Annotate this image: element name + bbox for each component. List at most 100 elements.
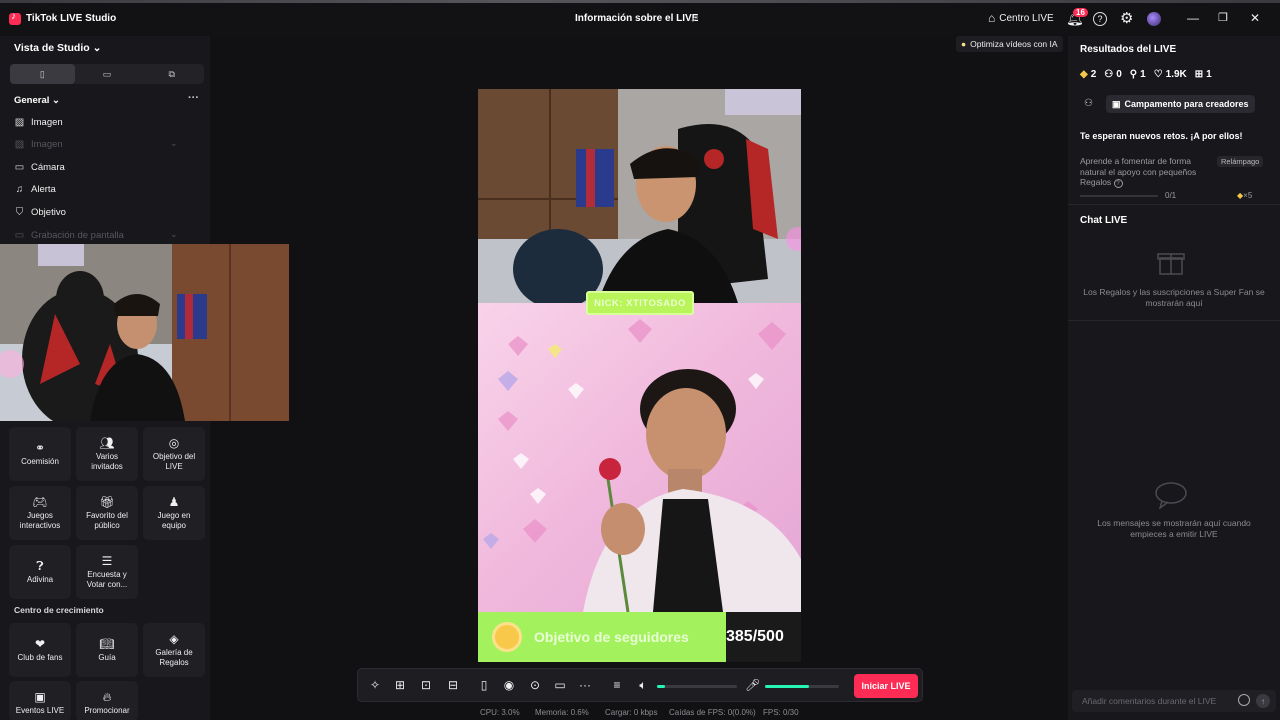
tool-encuesta[interactable]: ☰ Encuesta y Votar con...	[76, 545, 138, 599]
creator-camp-button[interactable]: ▣ Campamento para creadores	[1106, 95, 1255, 113]
growth-eventos-live[interactable]: ▣ Eventos LIVE	[9, 681, 71, 720]
more-options-icon[interactable]: ···	[188, 92, 199, 104]
record-icon[interactable]: ◉	[502, 678, 516, 692]
growth-galeria-regalos[interactable]: ◈ Galería de Regalos	[143, 623, 205, 677]
ai-optimize-button[interactable]: ● Optimiza vídeos con IA	[956, 36, 1063, 52]
nickname-label: NICK: XTITOSADO	[586, 291, 694, 315]
live-info-title[interactable]: Información sobre el LIVE	[575, 13, 698, 24]
gem-stat[interactable]: ◆ 2	[1080, 69, 1096, 80]
tool-label: Club de fans	[17, 652, 63, 662]
tool-label: Promocionar	[84, 706, 130, 715]
portrait-mode-button[interactable]: ▯	[10, 64, 75, 84]
source-item-camera[interactable]: ▭ Cámara	[14, 159, 65, 175]
live-preview-canvas[interactable]: NICK: XTITOSADO Objetivo de seguidores 3…	[478, 89, 801, 662]
send-icon[interactable]: ↑	[1256, 694, 1270, 708]
studio-view-dropdown[interactable]: Vista de Studio ⌄	[14, 42, 101, 54]
source-item-image-hidden[interactable]: ▨ Imagen	[14, 136, 63, 152]
mic-volume-slider[interactable]	[765, 685, 839, 688]
gamepad-icon: 🎮︎	[32, 495, 48, 509]
magic-effects-icon[interactable]: ✧	[368, 678, 382, 692]
viewers-stat[interactable]: ⚇ 0	[1104, 69, 1122, 80]
chat-bubble-icon	[1154, 481, 1188, 510]
source-item-alert[interactable]: ♫ Alerta	[14, 181, 56, 197]
screen-capture-icon[interactable]: ⊟	[446, 678, 460, 692]
general-scene-dropdown[interactable]: General ⌄	[14, 95, 60, 106]
gear-icon[interactable]: ⚙	[1120, 8, 1133, 28]
source-item-image[interactable]: ▨ Imagen	[14, 114, 63, 130]
tool-juegos-interactivos[interactable]: 🎮︎ Juegos interactivos	[9, 486, 71, 540]
maximize-icon[interactable]: ❐	[1218, 11, 1228, 24]
source-item-screen-recording[interactable]: ▭ Grabación de pantalla	[14, 227, 124, 243]
users-icon: ⚇	[1104, 69, 1114, 80]
camera-capture-icon[interactable]: ⊡	[419, 678, 433, 692]
slider-fill	[657, 685, 665, 688]
add-source-icon[interactable]: ⊞	[393, 678, 407, 692]
start-live-button[interactable]: Iniciar LIVE	[854, 674, 918, 698]
tool-label: Eventos LIVE	[15, 706, 65, 715]
camera-source-overlay[interactable]	[478, 89, 801, 303]
shares-count: 1	[1140, 69, 1146, 80]
add-user-icon[interactable]: ⚇	[1084, 98, 1093, 109]
growth-guia[interactable]: 📖︎ Guía	[76, 623, 138, 677]
tool-label: Guía	[98, 652, 116, 662]
chevron-down-icon[interactable]: ⌄	[170, 138, 178, 149]
tool-objetivo-live[interactable]: ◎ Objetivo del LIVE	[143, 427, 205, 481]
camera-preview-window[interactable]	[0, 244, 289, 421]
tool-favorito-publico[interactable]: 🎁︎ Favorito del público	[76, 486, 138, 540]
growth-club-fans[interactable]: ❤ Club de fans	[9, 623, 71, 677]
tiktok-logo-icon	[9, 11, 21, 25]
microphone-icon[interactable]: 🎤︎	[745, 678, 760, 692]
bell-icon: ♫	[15, 183, 24, 195]
share-icon: ⚲	[1129, 69, 1138, 80]
likes-stat[interactable]: ♡ 1.9K	[1154, 69, 1187, 80]
more-icon[interactable]: ···	[578, 678, 592, 692]
info-icon[interactable]: ?	[1113, 179, 1123, 188]
orientation-switch: ▯ ▭ ⧉	[10, 64, 204, 84]
memory-stat: Memoria: 0.6%	[535, 708, 589, 717]
notification-badge: 16	[1073, 8, 1088, 17]
phone-icon: ▯	[39, 68, 45, 79]
video-icon[interactable]: ▭	[553, 678, 567, 692]
help-icon[interactable]: ?	[1093, 12, 1107, 26]
shares-stat[interactable]: ⚲ 1	[1130, 69, 1146, 80]
source-label: Objetivo	[31, 206, 66, 218]
tool-label: Adivina	[26, 574, 54, 584]
chevron-down-icon: ⌄	[52, 95, 60, 106]
share-icon[interactable]: ⇗	[690, 12, 699, 25]
tool-adivina[interactable]: ❓︎ Adivina	[9, 545, 71, 599]
speaker-volume-slider[interactable]	[657, 685, 737, 688]
minimize-icon[interactable]: —	[1187, 11, 1199, 25]
fps-drop-stat: Caídas de FPS: 0(0.0%)	[669, 708, 756, 717]
camera-icon: ▭	[14, 161, 25, 173]
gifts-empty-message: Los Regalos y las suscripciones a Super …	[1083, 287, 1265, 308]
gift-icon: ⊞	[1194, 69, 1204, 80]
phone-icon[interactable]: ▯	[477, 678, 491, 692]
centro-live-button[interactable]: ⌂ Centro LIVE	[988, 8, 1054, 28]
close-icon[interactable]: ✕	[1250, 11, 1260, 25]
title-bar: TikTok LIVE Studio Información sobre el …	[0, 0, 1280, 36]
speaker-icon[interactable]: 🔈︎	[636, 678, 650, 693]
growth-promocionar[interactable]: 🔥︎ Promocionar	[76, 681, 138, 720]
chevron-down-icon[interactable]: ⌄	[170, 229, 178, 240]
tool-varios-invitados[interactable]: 👥︎ Varios invitados	[76, 427, 138, 481]
bottom-toolbar: ✧ ⊞ ⊡ ⊟ ▯ ◉ ⊙ ▭ ··· ≡ 🔈︎ 🎤︎ Iniciar LIVE	[357, 668, 923, 702]
landscape-mode-button[interactable]: ▭	[75, 64, 140, 84]
poll-icon: ☰	[101, 554, 113, 568]
settings-sliders-icon[interactable]: ≡	[610, 678, 624, 692]
viewers-count: 0	[1116, 69, 1122, 80]
tool-label: Encuesta y Votar con...	[86, 570, 128, 589]
chat-comment-input[interactable]: Añadir comentarios durante el LIVE ↑	[1072, 690, 1276, 712]
dual-mode-button[interactable]: ⧉	[139, 64, 204, 84]
gifts-stat[interactable]: ⊞ 1	[1195, 69, 1212, 80]
tool-juego-equipo[interactable]: ♟ Juego en equipo	[143, 486, 205, 540]
source-item-goal[interactable]: ⛉ Objetivo	[14, 204, 66, 220]
studio-view-label: Vista de Studio	[14, 42, 90, 54]
emoji-icon[interactable]	[1238, 694, 1250, 706]
goal-icon: ◎	[168, 436, 180, 450]
monitor-icon: ▭	[14, 229, 25, 241]
camera-feed-image	[478, 89, 801, 303]
source-label: Cámara	[31, 161, 65, 173]
tool-coemision[interactable]: ⚭ Coemisión	[9, 427, 71, 481]
avatar[interactable]	[1147, 12, 1161, 26]
replay-icon[interactable]: ⊙	[528, 678, 542, 692]
